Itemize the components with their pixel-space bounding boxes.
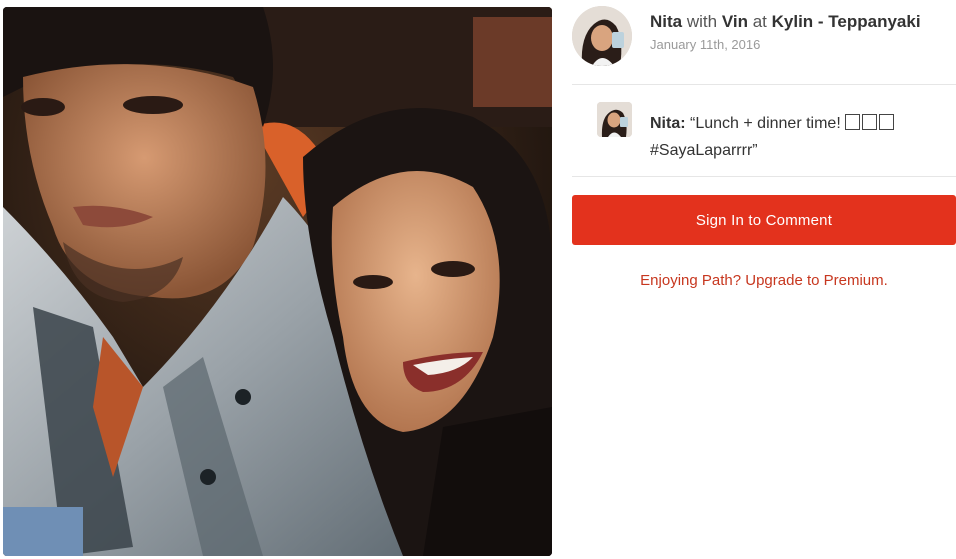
comment-hashtag[interactable]: #SayaLaparrrr” — [650, 142, 758, 159]
at-word: at — [752, 12, 767, 31]
comment-body-start: “Lunch + dinner time! — [690, 115, 841, 132]
path-moment-page: Nita with Vin at Kylin - Teppanyaki Janu… — [0, 0, 956, 559]
author-avatar[interactable] — [572, 6, 632, 66]
place-name[interactable]: Kylin - Teppanyaki — [772, 12, 921, 31]
sign-in-to-comment-button[interactable]: Sign In to Comment — [572, 195, 956, 245]
commenter-avatar-image — [597, 102, 632, 137]
divider — [572, 84, 956, 85]
comment-item: Nita: “Lunch + dinner time! #SayaLaparrr… — [597, 102, 956, 166]
emoji-placeholder-icon — [845, 114, 861, 130]
moment-details-panel: Nita with Vin at Kylin - Teppanyaki Janu… — [572, 0, 956, 559]
commenter-avatar[interactable] — [597, 102, 632, 137]
tagged-friend-name[interactable]: Vin — [722, 12, 748, 31]
post-title: Nita with Vin at Kylin - Teppanyaki — [650, 12, 921, 32]
post-author-name[interactable]: Nita — [650, 12, 682, 31]
selfie-photo-image — [3, 7, 552, 556]
post-date: January 11th, 2016 — [650, 37, 761, 52]
moment-photo[interactable] — [3, 7, 552, 556]
upgrade-premium-link[interactable]: Enjoying Path? Upgrade to Premium. — [572, 272, 956, 289]
comment-text: Nita: “Lunch + dinner time! #SayaLaparrr… — [650, 110, 950, 164]
author-avatar-image — [572, 6, 632, 66]
comment-author[interactable]: Nita: — [650, 115, 686, 132]
with-word: with — [686, 12, 718, 31]
emoji-placeholder-icon — [862, 114, 878, 130]
emoji-placeholder-icon — [879, 114, 895, 130]
post-header: Nita with Vin at Kylin - Teppanyaki Janu… — [572, 6, 956, 68]
divider — [572, 176, 956, 177]
